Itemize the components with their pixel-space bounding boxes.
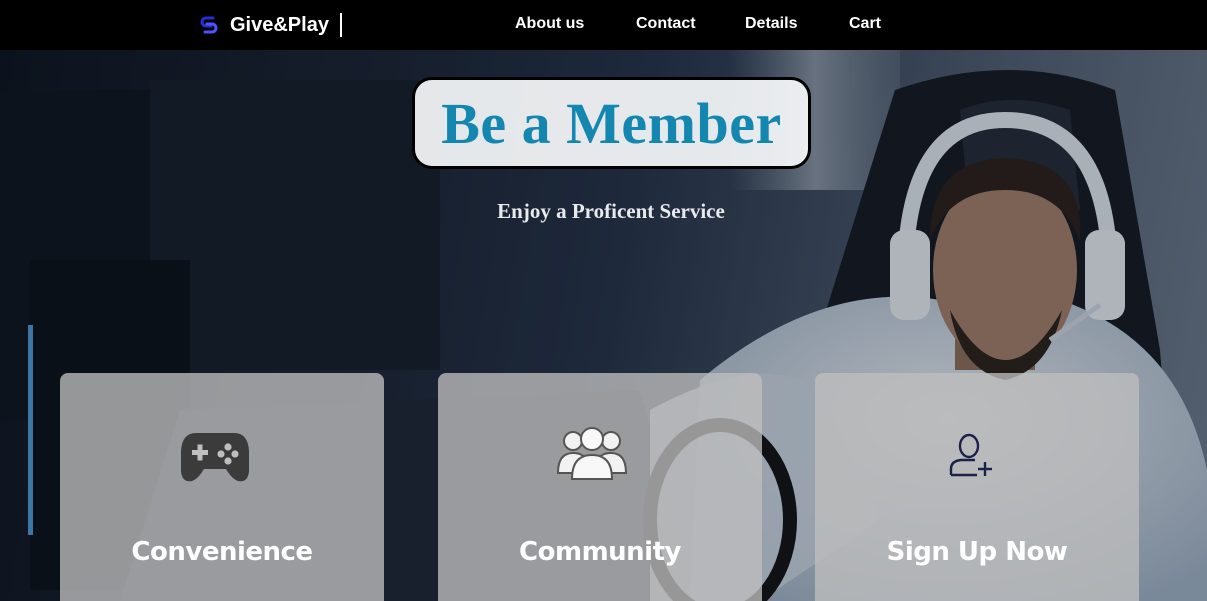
community-icon	[556, 425, 628, 485]
brand-divider	[339, 13, 342, 37]
card-sign-up[interactable]: Sign Up Now	[815, 373, 1139, 601]
nav-link-cart[interactable]: Cart	[849, 15, 881, 33]
nav-link-contact[interactable]: Contact	[636, 15, 696, 33]
card-label-sign-up-now: Sign Up Now	[886, 537, 1068, 567]
nav-link-about-us[interactable]: About us	[515, 15, 584, 33]
title-box: Be a Member	[412, 77, 811, 169]
brand-name: Give&Play	[230, 13, 329, 36]
brand[interactable]: Give&Play	[198, 11, 342, 39]
card-label-convenience: Convenience	[131, 537, 313, 567]
card-community[interactable]: Community	[438, 373, 762, 601]
navbar: Give&Play About us Contact Details Cart	[0, 0, 1207, 50]
page-subtitle: Enjoy a Proficent Service	[497, 199, 725, 223]
add-user-icon	[949, 433, 992, 477]
card-label-community: Community	[519, 537, 681, 567]
card-convenience[interactable]: Convenience	[60, 373, 384, 601]
brand-logo-icon	[200, 16, 218, 34]
gamepad-icon	[181, 433, 249, 482]
page-title: Be a Member	[441, 90, 782, 156]
nav-link-details[interactable]: Details	[745, 15, 797, 33]
